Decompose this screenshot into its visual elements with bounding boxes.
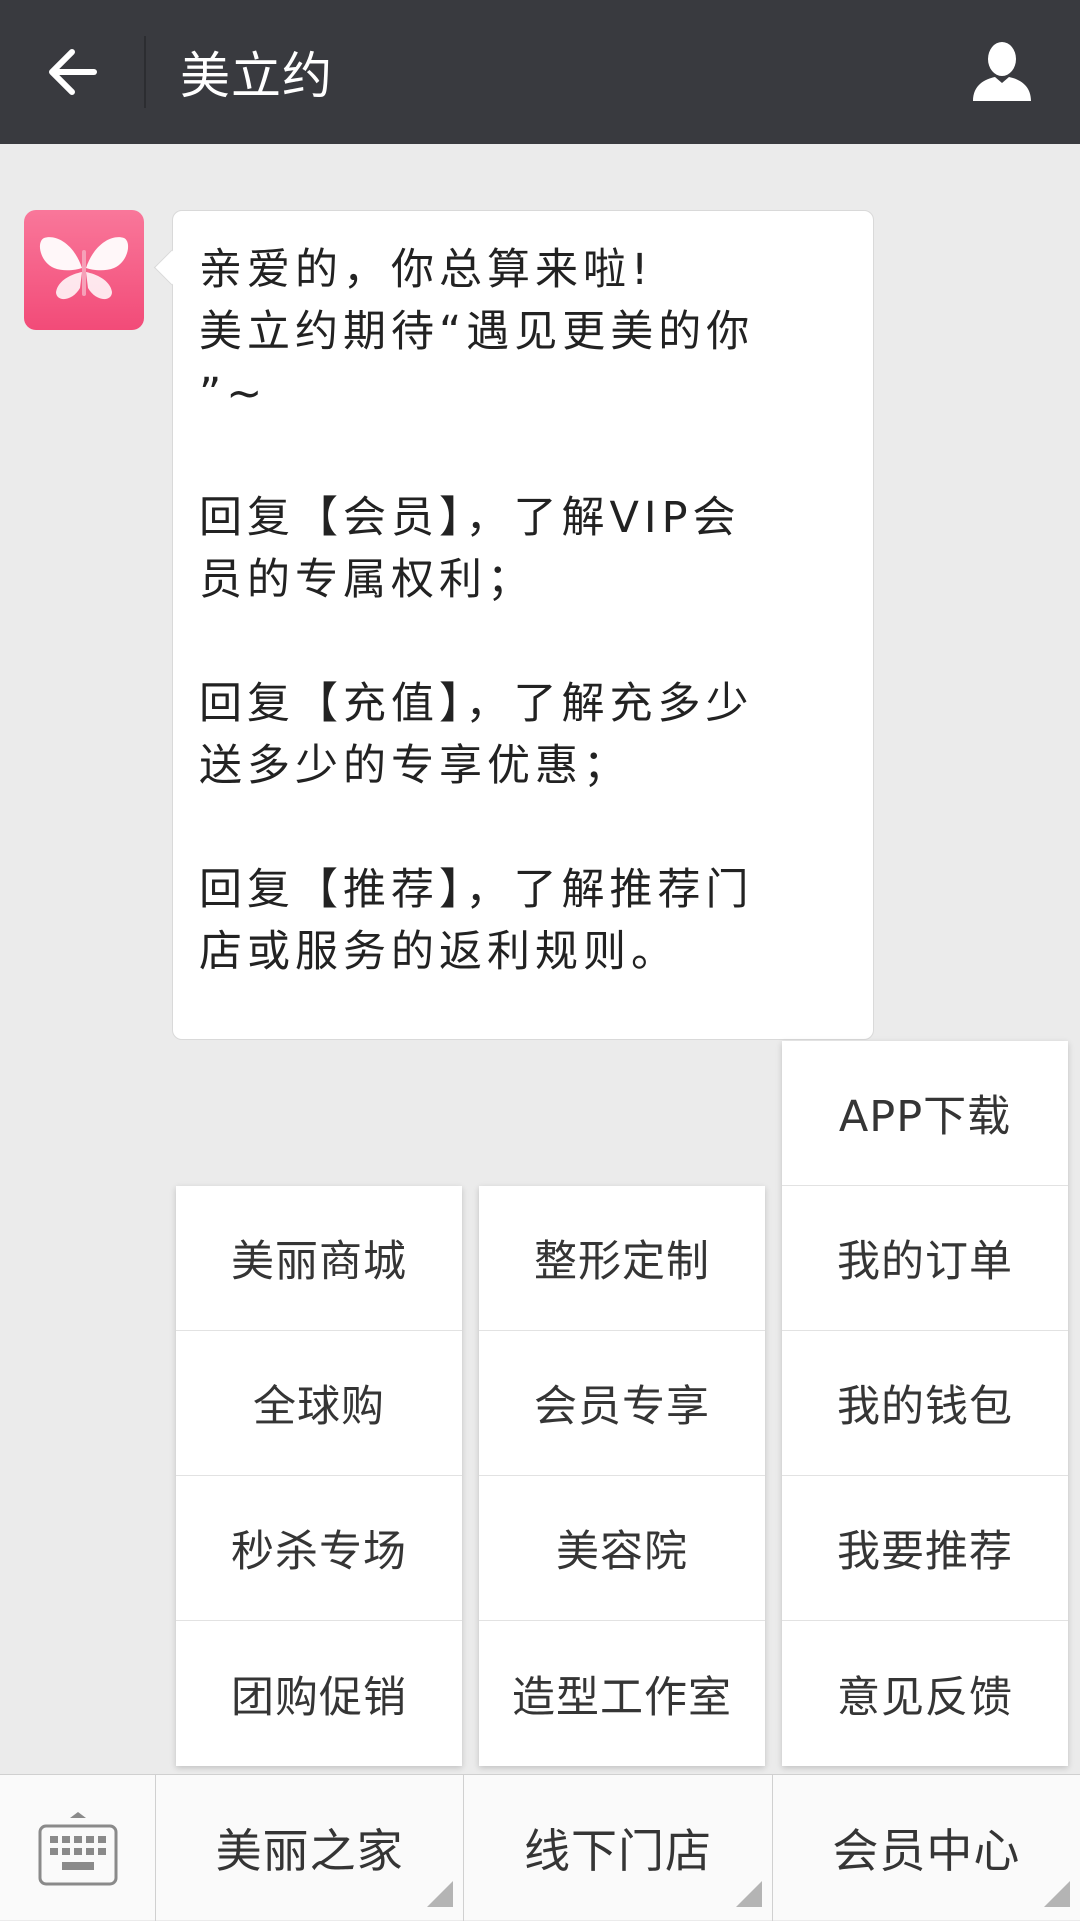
keyboard-icon (38, 1812, 117, 1886)
message-line: 回复【会员】，了解VIP会 (199, 493, 741, 543)
submenu-offline-stores: 整形定制 会员专享 美容院 造型工作室 (479, 1186, 765, 1766)
menu-item-recommend[interactable]: 我要推荐 (782, 1476, 1068, 1621)
bottom-tab-label: 会员中心 (832, 1824, 1021, 1878)
back-button[interactable] (32, 32, 112, 112)
message-line: 亲爱的，你总算来啦! (199, 245, 654, 295)
menu-item-plastic-surgery-custom[interactable]: 整形定制 (479, 1186, 765, 1331)
message-line: ”~ (199, 369, 268, 419)
header-divider (144, 36, 146, 108)
welcome-message-bubble: 亲爱的，你总算来啦! 美立约期待“遇见更美的你 ”~ 回复【会员】，了解VIP会… (172, 210, 874, 1040)
bottom-tab-label: 美丽之家 (215, 1824, 404, 1878)
person-icon (973, 42, 1031, 101)
submenu-meili-zhijia: 美丽商城 全球购 秒杀专场 团购促销 (176, 1186, 462, 1766)
message-line: 美立约期待“遇见更美的你 (199, 307, 755, 357)
message-line: 送多少的专享优惠； (199, 741, 631, 791)
message-line: 回复【充值】，了解充多少 (199, 679, 754, 729)
menu-item-flash-sale[interactable]: 秒杀专场 (176, 1476, 462, 1621)
message-line: 员的专属权利； (199, 555, 535, 605)
message-gap (199, 611, 847, 673)
butterfly-logo-icon (39, 237, 129, 300)
bottom-tab-beauty-home[interactable]: 美丽之家 (156, 1775, 465, 1921)
submenu-member-center: APP下载 我的订单 我的钱包 我要推荐 意见反馈 (782, 1041, 1068, 1766)
bottom-tab-offline-stores[interactable]: 线下门店 (464, 1775, 773, 1921)
menu-item-beauty-salon[interactable]: 美容院 (479, 1476, 765, 1621)
submenu-indicator-icon (735, 1881, 762, 1907)
message-gap (199, 425, 847, 487)
message-line: 回复【推荐】，了解推荐门 (199, 865, 754, 915)
profile-button[interactable] (960, 30, 1044, 114)
bottom-tab-label: 线下门店 (523, 1824, 712, 1878)
message-gap (199, 797, 847, 859)
menu-item-app-download[interactable]: APP下载 (782, 1041, 1068, 1186)
submenu-indicator-icon (1043, 1881, 1070, 1907)
bottom-menu-bar: 美丽之家 线下门店 会员中心 (0, 1774, 1080, 1921)
official-account-avatar[interactable] (24, 210, 144, 330)
menu-item-my-wallet[interactable]: 我的钱包 (782, 1331, 1068, 1476)
top-bar: 美立约 (0, 0, 1080, 144)
bottom-tab-member-center[interactable]: 会员中心 (773, 1775, 1080, 1921)
arrow-left-icon (49, 49, 97, 95)
message-line: 店或服务的返利规则。 (199, 927, 679, 977)
menu-item-group-buy[interactable]: 团购促销 (176, 1621, 462, 1766)
menu-item-member-exclusive[interactable]: 会员专享 (479, 1331, 765, 1476)
submenu-indicator-icon (427, 1881, 454, 1907)
menu-item-beauty-mall[interactable]: 美丽商城 (176, 1186, 462, 1331)
menu-item-my-orders[interactable]: 我的订单 (782, 1186, 1068, 1331)
keyboard-toggle-button[interactable] (0, 1775, 156, 1921)
menu-item-feedback[interactable]: 意见反馈 (782, 1621, 1068, 1766)
menu-item-styling-studio[interactable]: 造型工作室 (479, 1621, 765, 1766)
menu-item-global-purchase[interactable]: 全球购 (176, 1331, 462, 1476)
page-title: 美立约 (180, 47, 333, 105)
